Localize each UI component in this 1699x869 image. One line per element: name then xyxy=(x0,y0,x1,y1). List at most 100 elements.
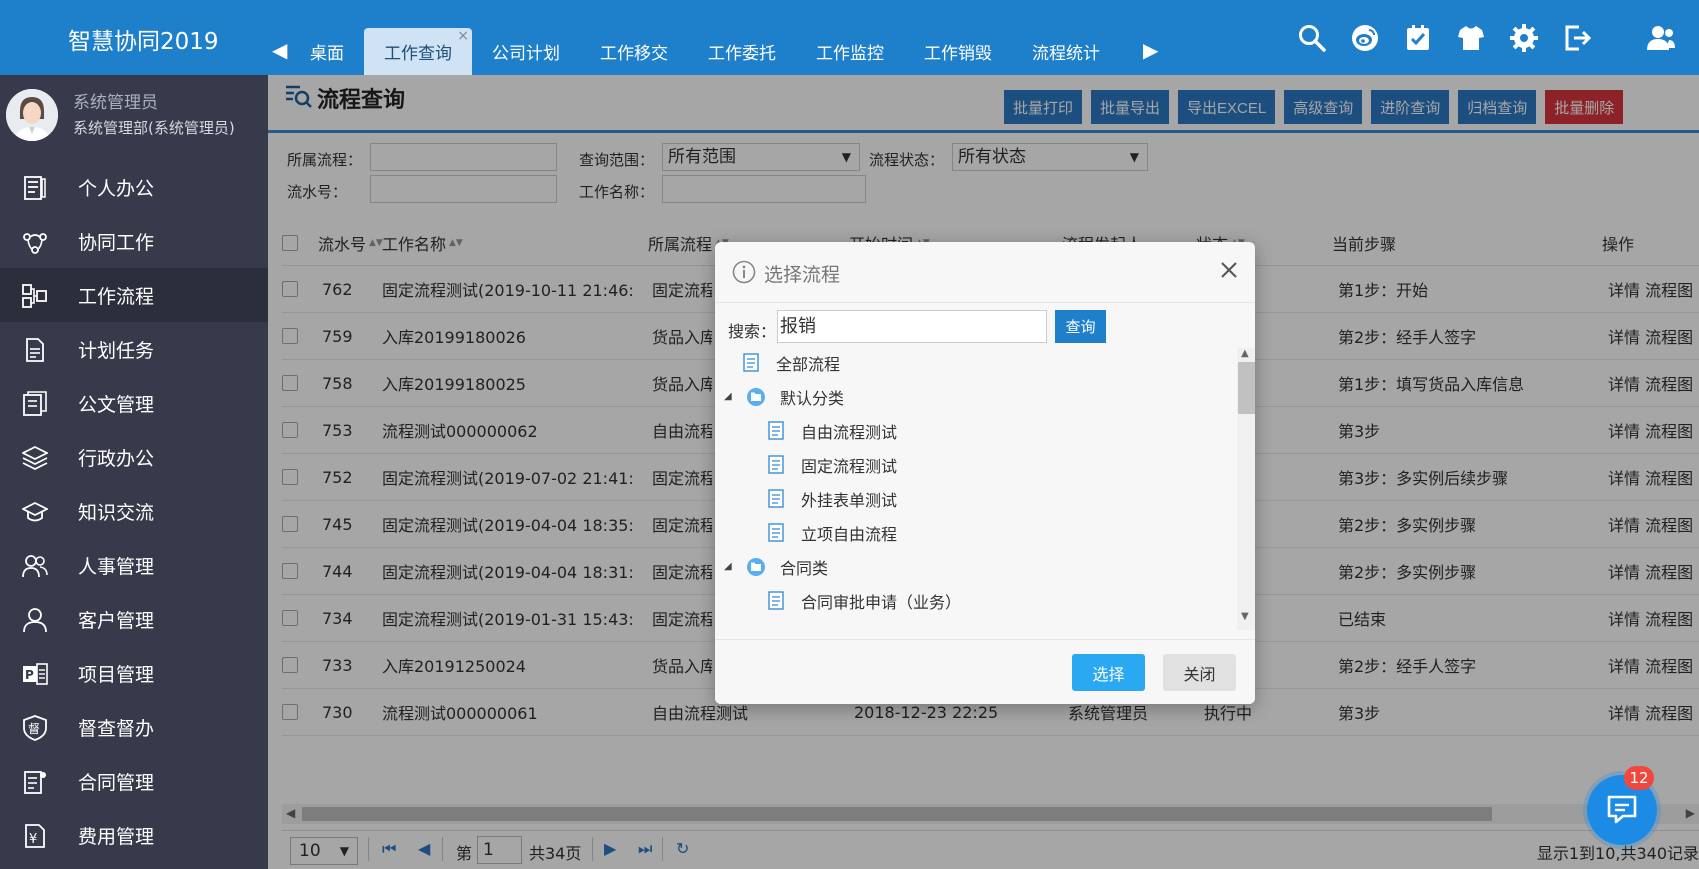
sidebar: 系统管理员 系统管理部(系统管理员) 个人办公 协同工作 工作流程 计划任务 公… xyxy=(0,75,268,869)
tree-item[interactable]: 外挂表单测试 xyxy=(767,484,897,514)
dialog-footer: 选择 关闭 xyxy=(715,639,1255,704)
tree-item-all[interactable]: 全部流程 xyxy=(742,348,840,378)
expense-icon: ¥ xyxy=(22,823,48,849)
avatar[interactable] xyxy=(6,89,58,141)
sidebar-item-label: 计划任务 xyxy=(78,340,155,362)
document-icon xyxy=(768,523,784,542)
tab-desktop[interactable]: 桌面 xyxy=(290,28,364,75)
info-icon xyxy=(732,260,756,284)
sidebar-item-customer[interactable]: 客户管理 xyxy=(0,592,268,646)
tab-label: 工作委托 xyxy=(708,44,776,64)
tab-work-destroy[interactable]: 工作销毁 xyxy=(904,28,1012,75)
sidebar-item-project[interactable]: P 项目管理 xyxy=(0,646,268,700)
tree-item[interactable]: 合同审批申请（业务） xyxy=(767,586,961,616)
sidebar-item-label: 行政办公 xyxy=(78,448,155,470)
tab-label: 桌面 xyxy=(310,44,344,64)
tab-process-stats[interactable]: 流程统计 xyxy=(1012,28,1120,75)
tree-item-label: 固定流程测试 xyxy=(801,457,898,476)
logout-icon[interactable] xyxy=(1550,20,1603,56)
sidebar-item-label: 合同管理 xyxy=(78,772,155,794)
sidebar-item-label: 客户管理 xyxy=(78,610,155,632)
supervision-icon: 督 xyxy=(22,715,48,741)
document-icon xyxy=(768,455,784,474)
tab-work-transfer[interactable]: 工作移交 xyxy=(580,28,688,75)
shirt-icon[interactable] xyxy=(1444,20,1497,56)
expand-toggle-icon[interactable]: ◢ xyxy=(724,561,732,572)
tab-label: 工作查询 xyxy=(384,44,452,64)
contract-icon xyxy=(22,769,48,795)
tab-label: 工作销毁 xyxy=(924,44,992,64)
sidebar-item-admin-office[interactable]: 行政办公 xyxy=(0,430,268,484)
close-button[interactable]: 关闭 xyxy=(1163,654,1236,691)
expand-toggle-icon[interactable]: ◢ xyxy=(724,391,732,402)
close-icon[interactable] xyxy=(1217,258,1241,282)
sidebar-item-label: 个人办公 xyxy=(78,178,155,200)
tree-folder-contract[interactable]: ◢ 合同类 xyxy=(724,552,829,582)
tree-item[interactable]: 固定流程测试 xyxy=(767,450,897,480)
folder-icon xyxy=(747,388,765,406)
gear-icon[interactable] xyxy=(1497,20,1550,56)
scroll-up-icon[interactable]: ▲ xyxy=(1241,348,1249,359)
tree-scrollbar[interactable]: ▲ ▼ xyxy=(1237,348,1255,630)
sidebar-item-label: 督查督办 xyxy=(78,718,155,740)
search-icon[interactable] xyxy=(1285,20,1338,56)
tab-scroll-left-icon[interactable]: ◀ xyxy=(272,38,287,62)
tab-label: 公司计划 xyxy=(492,44,560,64)
tab-close-icon[interactable]: × xyxy=(457,28,469,44)
document-icon xyxy=(22,391,48,417)
sidebar-item-hr[interactable]: 人事管理 xyxy=(0,538,268,592)
sidebar-item-document[interactable]: 公文管理 xyxy=(0,376,268,430)
sidebar-item-workflow[interactable]: 工作流程 xyxy=(0,268,268,322)
user-switch-icon[interactable] xyxy=(1645,22,1677,54)
tab-company-plan[interactable]: 公司计划 xyxy=(472,28,580,75)
personal-office-icon xyxy=(22,175,48,201)
tree-item[interactable]: 立项自由流程 xyxy=(767,518,897,548)
tree-item-label: 立项自由流程 xyxy=(801,525,898,544)
sidebar-item-label: 协同工作 xyxy=(78,232,155,254)
sidebar-item-label: 费用管理 xyxy=(78,826,155,848)
tree-item[interactable]: 自由流程测试 xyxy=(767,416,897,446)
tree-item-label: 全部流程 xyxy=(776,355,841,374)
sidebar-item-knowledge[interactable]: 知识交流 xyxy=(0,484,268,538)
customer-icon xyxy=(22,607,48,633)
sidebar-item-supervision[interactable]: 督 督查督办 xyxy=(0,700,268,754)
tree-item-label: 合同类 xyxy=(780,559,829,578)
sidebar-item-label: 工作流程 xyxy=(78,286,155,308)
tab-bar: 桌面 工作查询 × 公司计划 工作移交 工作委托 工作监控 工作销毁 流程统计 xyxy=(290,28,1120,75)
sidebar-item-personal-office[interactable]: 个人办公 xyxy=(0,160,268,214)
top-toolbar xyxy=(1285,20,1603,56)
sidebar-item-label: 人事管理 xyxy=(78,556,155,578)
tree-item-label: 合同审批申请（业务） xyxy=(801,593,962,612)
tree-folder-default[interactable]: ◢ 默认分类 xyxy=(724,382,844,412)
plan-task-icon xyxy=(22,337,48,363)
graduation-cap-icon xyxy=(20,499,50,525)
sidebar-item-expense[interactable]: ¥ 费用管理 xyxy=(0,808,268,862)
tab-work-query[interactable]: 工作查询 × xyxy=(364,28,472,75)
select-process-dialog: 选择流程 搜索： 报销 查询 全部流程 ◢ 默认分类 自由流程测试 固定流程测试… xyxy=(715,242,1255,704)
scroll-down-icon[interactable]: ▼ xyxy=(1241,611,1249,622)
search-input[interactable]: 报销 xyxy=(777,310,1047,343)
document-icon xyxy=(768,489,784,508)
sidebar-item-label: 项目管理 xyxy=(78,664,155,686)
weibo-icon[interactable] xyxy=(1338,20,1391,56)
tab-work-delegate[interactable]: 工作委托 xyxy=(688,28,796,75)
checklist-icon[interactable] xyxy=(1391,20,1444,56)
sidebar-item-label: 知识交流 xyxy=(78,502,155,524)
user-profile: 系统管理员 系统管理部(系统管理员) xyxy=(0,75,268,160)
sidebar-item-collaboration[interactable]: 协同工作 xyxy=(0,214,268,268)
select-button[interactable]: 选择 xyxy=(1072,654,1145,691)
search-button[interactable]: 查询 xyxy=(1055,310,1106,343)
tab-label: 流程统计 xyxy=(1032,44,1100,64)
document-icon xyxy=(768,591,784,610)
layers-icon xyxy=(20,445,50,471)
svg-text:督: 督 xyxy=(28,721,40,736)
chat-icon xyxy=(1607,795,1637,824)
user-dept: 系统管理部(系统管理员) xyxy=(73,119,235,137)
sidebar-item-plan-task[interactable]: 计划任务 xyxy=(0,322,268,376)
collaboration-icon xyxy=(22,229,48,255)
project-icon: P xyxy=(22,661,48,687)
sidebar-item-contract[interactable]: 合同管理 xyxy=(0,754,268,808)
scrollbar-thumb[interactable] xyxy=(1238,362,1255,414)
tab-work-monitor[interactable]: 工作监控 xyxy=(796,28,904,75)
tab-scroll-right-icon[interactable]: ▶ xyxy=(1143,38,1158,62)
